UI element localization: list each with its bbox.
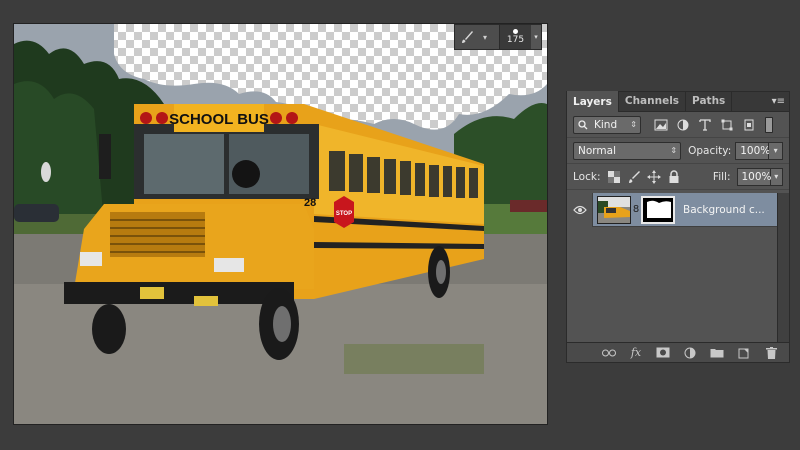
blend-row: Normal ⇕ Opacity: 100% ▾ xyxy=(567,138,789,164)
lock-row: Lock: Fill: 100% ▾ xyxy=(567,164,789,190)
layers-list: 8 Background c... xyxy=(567,192,777,343)
document-canvas[interactable]: SCHOOL BUS 28 STOP xyxy=(14,24,547,424)
filter-toggle-switch[interactable] xyxy=(765,116,773,133)
panel-menu-icon[interactable]: ▾≡ xyxy=(772,96,785,107)
chevron-down-icon: ⇕ xyxy=(630,120,637,129)
opacity-slider-arrow[interactable]: ▾ xyxy=(769,141,783,160)
add-layer-mask-icon[interactable] xyxy=(655,346,671,360)
adjustment-layer-filter-icon[interactable] xyxy=(675,117,691,133)
pixel-layer-filter-icon[interactable] xyxy=(653,117,669,133)
lock-image-pixels-icon[interactable] xyxy=(627,169,641,185)
eye-icon xyxy=(572,205,587,214)
shape-layer-filter-icon[interactable] xyxy=(719,117,735,133)
brush-icon xyxy=(462,31,473,43)
new-group-folder-icon[interactable] xyxy=(709,346,725,360)
brush-size-arrow[interactable]: ▾ xyxy=(531,25,541,49)
layer-filter-row: Kind ⇕ xyxy=(567,112,789,138)
chain-link-icon[interactable]: 8 xyxy=(631,204,641,215)
lock-position-icon[interactable] xyxy=(646,169,661,185)
brush-size-value: 175 xyxy=(506,35,525,45)
fill-label: Fill: xyxy=(712,170,731,183)
bus-sign-text: SCHOOL BUS xyxy=(169,111,269,128)
brush-tip-icon xyxy=(513,29,518,34)
layers-panel-footer: fx xyxy=(567,342,789,362)
layer-visibility-toggle[interactable] xyxy=(567,192,593,227)
new-layer-icon[interactable] xyxy=(736,346,752,360)
bus-number-text: 28 xyxy=(304,197,316,209)
brush-tool-button[interactable] xyxy=(455,25,479,49)
filter-kind-dropdown[interactable]: Kind ⇕ xyxy=(573,115,641,134)
trash-icon[interactable] xyxy=(763,346,779,360)
stop-sign-text: STOP xyxy=(336,211,352,217)
brush-preset-arrow[interactable]: ▾ xyxy=(479,25,491,49)
filter-kind-label: Kind xyxy=(594,118,618,131)
panel-tabbar: Layers Channels Paths ▾≡ xyxy=(567,91,789,112)
lock-transparent-pixels-icon[interactable] xyxy=(606,169,620,185)
opacity-label: Opacity: xyxy=(688,144,732,157)
opacity-input[interactable]: 100% xyxy=(735,141,770,160)
lock-all-icon[interactable] xyxy=(667,169,681,185)
layers-scrollbar[interactable] xyxy=(777,193,789,343)
layer-row[interactable]: 8 Background c... xyxy=(567,192,777,227)
adjustment-layer-icon[interactable] xyxy=(682,346,698,360)
tab-paths[interactable]: Paths xyxy=(686,91,733,111)
type-layer-filter-icon[interactable] xyxy=(697,117,713,133)
canvas-image: SCHOOL BUS 28 STOP xyxy=(14,24,547,424)
fill-input[interactable]: 100% xyxy=(736,167,772,186)
brush-options-widget: ▾ 175 ▾ xyxy=(454,24,542,50)
blend-mode-dropdown[interactable]: Normal ⇕ xyxy=(573,141,682,160)
layer-name[interactable]: Background c... xyxy=(683,204,765,216)
lock-label: Lock: xyxy=(573,170,601,183)
layer-style-fx-icon[interactable]: fx xyxy=(628,346,644,360)
layer-thumbnail[interactable] xyxy=(597,195,631,224)
layer-mask-thumbnail[interactable] xyxy=(641,195,675,224)
tab-channels[interactable]: Channels xyxy=(619,91,687,111)
search-icon xyxy=(578,119,588,129)
link-layers-icon[interactable] xyxy=(601,346,617,360)
chevron-down-icon: ⇕ xyxy=(670,146,678,155)
brush-size-display[interactable]: 175 xyxy=(499,25,531,49)
smart-object-filter-icon[interactable] xyxy=(741,117,757,133)
tab-layers[interactable]: Layers xyxy=(567,91,619,112)
fill-slider-arrow[interactable]: ▾ xyxy=(770,167,783,186)
layers-panel: Layers Channels Paths ▾≡ Kind ⇕ Normal ⇕… xyxy=(566,91,790,363)
blend-mode-label: Normal xyxy=(578,144,616,157)
